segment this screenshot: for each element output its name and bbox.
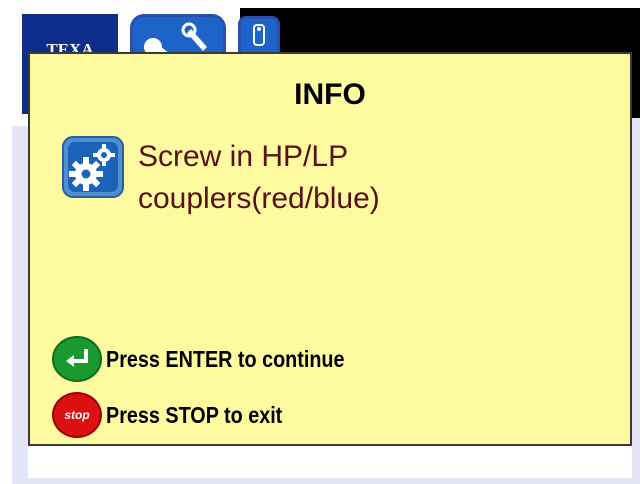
gears-icon bbox=[62, 136, 124, 198]
enter-hint[interactable]: Press ENTER to continue bbox=[52, 336, 383, 382]
stop-hint[interactable]: stop Press STOP to exit bbox=[52, 392, 311, 438]
message-text: Screw in HP/LP couplers(red/blue) bbox=[138, 136, 598, 220]
stop-icon-text: stop bbox=[64, 408, 90, 422]
stop-label: Press STOP to exit bbox=[106, 401, 283, 428]
stop-icon: stop bbox=[52, 392, 102, 438]
status-strip bbox=[28, 446, 632, 478]
enter-icon bbox=[52, 336, 102, 382]
dialog-title: INFO bbox=[294, 78, 366, 111]
info-dialog: INFO Screw in HP/LP couplers(red/blue) P… bbox=[28, 52, 632, 446]
message-line-2: couplers(red/blue) bbox=[138, 182, 380, 215]
message-line-1: Screw in HP/LP bbox=[138, 140, 349, 173]
enter-label: Press ENTER to continue bbox=[106, 345, 345, 372]
